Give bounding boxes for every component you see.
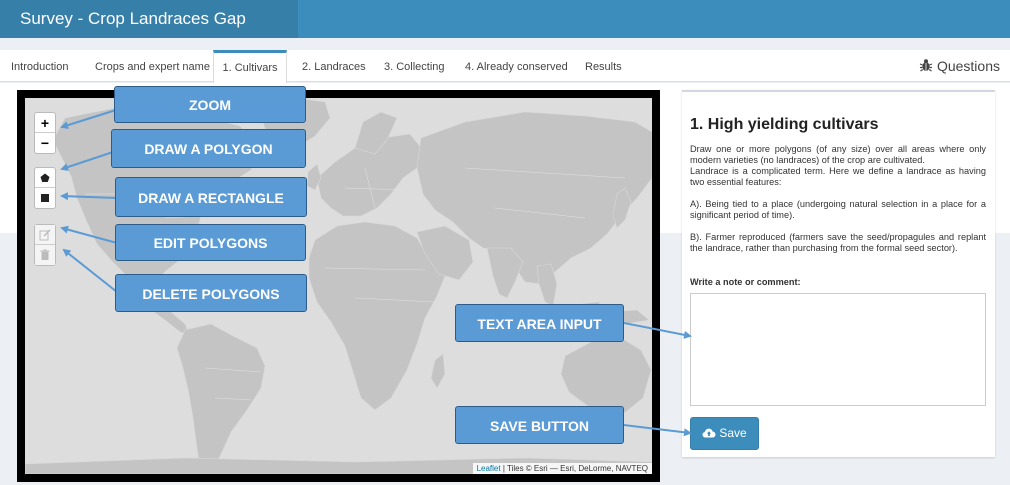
tab-crops-and-expert-name[interactable]: Crops and expert name [95,50,210,82]
tab-results[interactable]: Results [585,50,622,82]
questions-link[interactable]: Questions [919,50,1000,82]
tab-cultivars[interactable]: 1. Cultivars [213,50,287,83]
edit-icon [39,229,51,241]
edit-toolbar [34,224,56,266]
panel-description: Draw one or more polygons (of any size) … [690,144,986,265]
zoom-out-button[interactable]: − [35,133,55,153]
callout-zoom: ZOOM [114,86,306,123]
pentagon-icon [40,173,50,182]
square-icon [41,194,49,202]
tab-collecting[interactable]: 3. Collecting [384,50,445,82]
trash-icon [40,249,50,260]
callout-draw-rectangle: DRAW A RECTANGLE [115,177,307,217]
panel-title: 1. High yielding cultivars [690,116,879,133]
tab-landraces[interactable]: 2. Landraces [302,50,366,82]
bug-icon [919,51,933,72]
tab-already-conserved[interactable]: 4. Already conserved [465,50,568,82]
leaflet-link[interactable]: Leaflet [477,464,501,473]
questions-label: Questions [936,58,1000,74]
draw-toolbar [34,167,56,209]
callout-text-area: TEXT AREA INPUT [455,304,624,342]
delete-polygons-button[interactable] [35,245,55,265]
tab-introduction[interactable]: Introduction [11,50,68,82]
app-title: Survey - Crop Landraces Gap Analysis [0,0,298,66]
callout-edit-polygons: EDIT POLYGONS [115,224,306,261]
callout-delete-polygons: DELETE POLYGONS [115,274,307,312]
callout-draw-polygon: DRAW A POLYGON [111,129,306,168]
save-label: Save [719,426,747,440]
zoom-in-button[interactable]: + [35,113,55,133]
map-attribution: Leaflet | Tiles © Esri — Esri, DeLorme, … [472,463,652,474]
panel-intro: Draw one or more polygons (of any size) … [690,144,986,165]
callout-save-button: SAVE BUTTON [455,406,624,444]
note-label: Write a note or comment: [690,277,801,287]
landrace-definition: Landrace is a complicated term. Here we … [690,166,986,187]
attribution-text: | Tiles © Esri — Esri, DeLorme, NAVTEQ [500,464,648,473]
tab-bar: Introduction Crops and expert name 1. Cu… [0,50,1010,83]
zoom-control: + − [34,112,56,154]
feature-b: B). Farmer reproduced (farmers save the … [690,232,986,253]
note-textarea[interactable] [690,293,986,406]
edit-polygons-button[interactable] [35,225,55,245]
draw-rectangle-button[interactable] [35,188,55,208]
cloud-upload-icon [702,428,716,438]
question-panel: 1. High yielding cultivars Draw one or m… [682,90,995,457]
feature-a: A). Being tied to a place (undergoing na… [690,199,986,220]
draw-polygon-button[interactable] [35,168,55,188]
save-button[interactable]: Save [690,417,759,450]
top-header: Survey - Crop Landraces Gap Analysis [0,0,1010,66]
